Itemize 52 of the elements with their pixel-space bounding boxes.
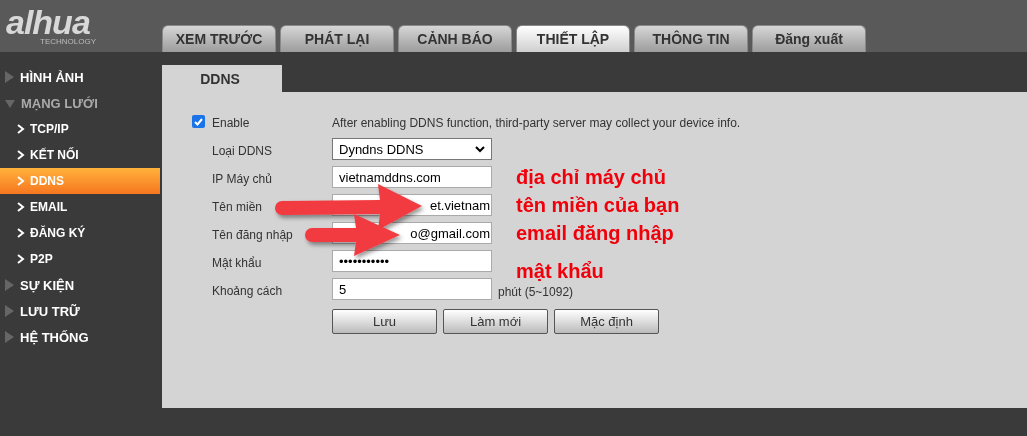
annotation-text: địa chỉ máy chủ xyxy=(516,166,668,188)
field-label: Tên đăng nhập xyxy=(212,227,294,243)
nav-tab[interactable]: Đăng xuất xyxy=(752,25,866,52)
expand-triangle-icon xyxy=(5,71,14,83)
expand-triangle-icon xyxy=(5,279,14,291)
dropdown-caret-icon xyxy=(475,145,485,153)
field-label: Enable xyxy=(212,115,251,131)
nav-tab[interactable]: CẢNH BÁO xyxy=(398,25,512,52)
action-button[interactable]: Lưu xyxy=(332,309,437,334)
nav-tab[interactable]: XEM TRƯỚC xyxy=(162,25,276,52)
brand-logo: alhua xyxy=(6,6,90,37)
ddns-type-select[interactable]: Dyndns DDNS xyxy=(332,138,492,160)
field-label: Mật khẩu xyxy=(212,255,263,271)
chevron-icon xyxy=(17,254,25,264)
expand-triangle-icon xyxy=(5,305,14,317)
sidebar-item[interactable]: LƯU TRỮ xyxy=(0,298,160,324)
sidebar-item[interactable]: MẠNG LƯỚI xyxy=(0,90,160,116)
chevron-icon xyxy=(17,202,25,212)
page-tab[interactable]: DDNS xyxy=(162,65,282,92)
field-label: IP Máy chủ xyxy=(212,171,273,187)
nav-tab[interactable]: THIẾT LẬP xyxy=(516,25,630,52)
sidebar-item[interactable]: EMAIL xyxy=(0,194,160,220)
input-field[interactable]: vietnamddns.com xyxy=(332,166,492,188)
input-field[interactable]: 5 xyxy=(332,278,492,300)
sidebar-item[interactable]: KẾT NỐI xyxy=(0,142,160,168)
field-label: Loại DDNS xyxy=(212,143,274,159)
chevron-icon xyxy=(17,150,25,160)
sidebar-item[interactable]: HÌNH ẢNH xyxy=(0,64,160,90)
collapse-triangle-icon xyxy=(5,98,15,108)
action-button[interactable]: Làm mới xyxy=(443,309,548,334)
annotation-text: email đăng nhập xyxy=(516,222,675,244)
sidebar-item[interactable]: TCP/IP xyxy=(0,116,160,142)
unit-text: phút (5~1092) xyxy=(498,284,574,299)
logo-tagline: TECHNOLOGY xyxy=(40,36,96,46)
expand-triangle-icon xyxy=(5,331,14,343)
nav-tab[interactable]: THÔNG TIN xyxy=(634,25,748,52)
chevron-icon xyxy=(17,176,25,186)
nav-tab[interactable]: PHÁT LẠI xyxy=(280,25,394,52)
annotation-text: mật khẩu xyxy=(516,260,605,282)
sidebar-item[interactable]: P2P xyxy=(0,246,160,272)
action-button[interactable]: Mặc định xyxy=(554,309,659,334)
description-text: After enabling DDNS function, third-party server may collect your device info. xyxy=(332,115,742,131)
field-label: Khoảng cách xyxy=(212,283,284,299)
sidebar-item[interactable]: ĐĂNG KÝ xyxy=(0,220,160,246)
input-field[interactable]: ••••••••••• xyxy=(332,250,492,272)
sidebar-item[interactable]: HỆ THỐNG xyxy=(0,324,160,350)
field-label: Tên miền xyxy=(212,199,264,215)
chevron-icon xyxy=(17,124,25,134)
chevron-icon xyxy=(17,228,25,238)
annotation-text: tên miền của bạn xyxy=(516,194,681,216)
enable-checkbox[interactable] xyxy=(192,115,205,128)
sidebar-item[interactable]: SỰ KIỆN xyxy=(0,272,160,298)
